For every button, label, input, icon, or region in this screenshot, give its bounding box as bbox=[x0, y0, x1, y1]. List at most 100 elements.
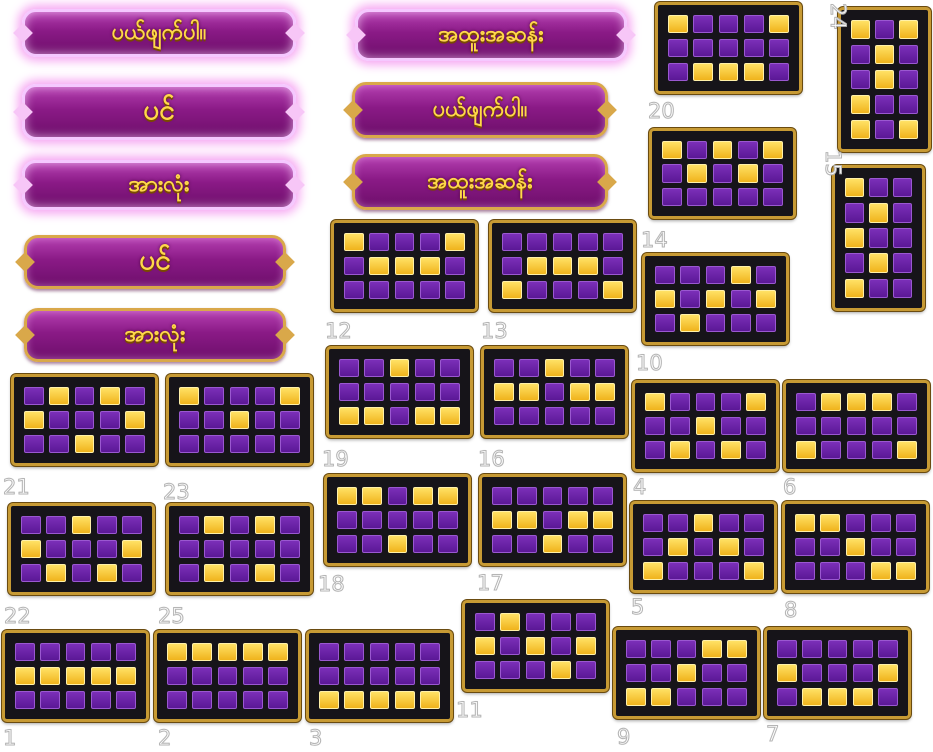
unlit-cell bbox=[897, 392, 918, 412]
pin-button-normal-label: ပင် bbox=[139, 243, 171, 276]
unlit-cell bbox=[846, 416, 867, 436]
pin-button-normal[interactable]: ပင် bbox=[24, 235, 286, 289]
payline-card bbox=[154, 630, 301, 722]
unlit-cell bbox=[23, 386, 44, 406]
lit-cell bbox=[896, 561, 917, 581]
lit-cell bbox=[527, 256, 547, 276]
unlit-cell bbox=[204, 410, 224, 430]
lit-cell bbox=[844, 228, 864, 248]
lit-cell bbox=[763, 140, 784, 160]
lit-cell bbox=[387, 534, 408, 554]
unlit-cell bbox=[727, 687, 748, 707]
unlit-cell bbox=[229, 515, 250, 535]
lit-cell bbox=[71, 515, 92, 535]
lit-cell bbox=[116, 666, 137, 686]
lit-cell bbox=[74, 434, 95, 454]
unlit-cell bbox=[737, 140, 758, 160]
lit-cell bbox=[525, 636, 546, 656]
cancel-button[interactable]: ပယ်ဖျက်ပါ။ bbox=[22, 9, 296, 57]
payline-number: 24 bbox=[826, 3, 851, 31]
unlit-cell bbox=[414, 382, 435, 402]
payline-number: 6 bbox=[782, 475, 797, 499]
lit-cell bbox=[389, 358, 410, 378]
unlit-cell bbox=[344, 642, 364, 662]
lit-cell bbox=[343, 232, 364, 252]
unlit-cell bbox=[318, 642, 339, 662]
unlit-cell bbox=[280, 410, 301, 430]
unlit-cell bbox=[644, 416, 665, 436]
unlit-cell bbox=[242, 690, 263, 710]
unlit-cell bbox=[280, 434, 301, 454]
lit-cell bbox=[687, 164, 707, 183]
unlit-cell bbox=[893, 278, 913, 299]
special-button-normal[interactable]: အထူးအဆန်း bbox=[352, 154, 608, 210]
unlit-cell bbox=[668, 561, 688, 581]
unlit-cell bbox=[756, 313, 777, 333]
unlit-cell bbox=[875, 94, 894, 115]
payline-card bbox=[324, 474, 471, 566]
unlit-cell bbox=[389, 406, 410, 426]
unlit-cell bbox=[730, 313, 751, 333]
unlit-cell bbox=[744, 513, 765, 533]
unlit-cell bbox=[651, 639, 671, 659]
unlit-cell bbox=[680, 265, 700, 285]
lit-cell bbox=[519, 382, 539, 402]
unlit-cell bbox=[280, 515, 301, 535]
lit-cell bbox=[517, 510, 537, 530]
unlit-cell bbox=[718, 38, 739, 58]
unlit-cell bbox=[217, 690, 238, 710]
unlit-cell bbox=[40, 642, 60, 662]
lit-cell bbox=[852, 687, 873, 707]
unlit-cell bbox=[389, 382, 410, 402]
payline-card bbox=[2, 630, 149, 722]
unlit-cell bbox=[642, 537, 663, 557]
payline-number: 25 bbox=[158, 604, 186, 628]
pin-button-label: ပင် bbox=[143, 93, 175, 126]
unlit-cell bbox=[695, 392, 716, 412]
unlit-cell bbox=[500, 660, 520, 680]
lit-cell bbox=[846, 392, 867, 412]
cancel-button-normal[interactable]: ပယ်ဖျက်ပါ။ bbox=[352, 82, 608, 138]
unlit-cell bbox=[668, 513, 688, 533]
payline-card bbox=[462, 600, 609, 692]
unlit-cell bbox=[414, 358, 435, 378]
payline-number: 7 bbox=[765, 722, 780, 746]
unlit-cell bbox=[268, 690, 289, 710]
unlit-cell bbox=[122, 563, 143, 583]
unlit-cell bbox=[852, 639, 873, 659]
pin-button[interactable]: ပင် bbox=[22, 84, 296, 140]
unlit-cell bbox=[544, 382, 565, 402]
lit-cell bbox=[693, 62, 713, 82]
payline-number: 23 bbox=[163, 480, 191, 504]
unlit-cell bbox=[595, 406, 616, 426]
payline-card bbox=[326, 346, 473, 438]
lit-cell bbox=[420, 690, 441, 710]
lit-cell bbox=[820, 513, 840, 533]
all-button-normal[interactable]: အားလုံး bbox=[24, 308, 286, 362]
unlit-cell bbox=[204, 434, 224, 454]
unlit-cell bbox=[338, 382, 359, 402]
all-button[interactable]: အားလုံး bbox=[22, 160, 296, 210]
unlit-cell bbox=[743, 14, 764, 34]
payline-card bbox=[613, 627, 760, 719]
unlit-cell bbox=[718, 561, 739, 581]
unlit-cell bbox=[644, 440, 665, 460]
unlit-cell bbox=[661, 187, 682, 207]
unlit-cell bbox=[642, 513, 663, 533]
lit-cell bbox=[730, 265, 751, 285]
unlit-cell bbox=[550, 636, 571, 656]
unlit-cell bbox=[693, 537, 714, 557]
special-button[interactable]: အထူးအဆန်း bbox=[355, 9, 627, 61]
unlit-cell bbox=[394, 642, 415, 662]
unlit-cell bbox=[763, 187, 784, 207]
unlit-cell bbox=[550, 612, 571, 632]
lit-cell bbox=[644, 392, 665, 412]
unlit-cell bbox=[567, 486, 588, 506]
lit-cell bbox=[567, 510, 588, 530]
unlit-cell bbox=[116, 690, 137, 710]
unlit-cell bbox=[254, 539, 275, 559]
unlit-cell bbox=[744, 537, 765, 557]
unlit-cell bbox=[687, 187, 707, 207]
unlit-cell bbox=[445, 256, 466, 276]
lit-cell bbox=[695, 416, 716, 436]
